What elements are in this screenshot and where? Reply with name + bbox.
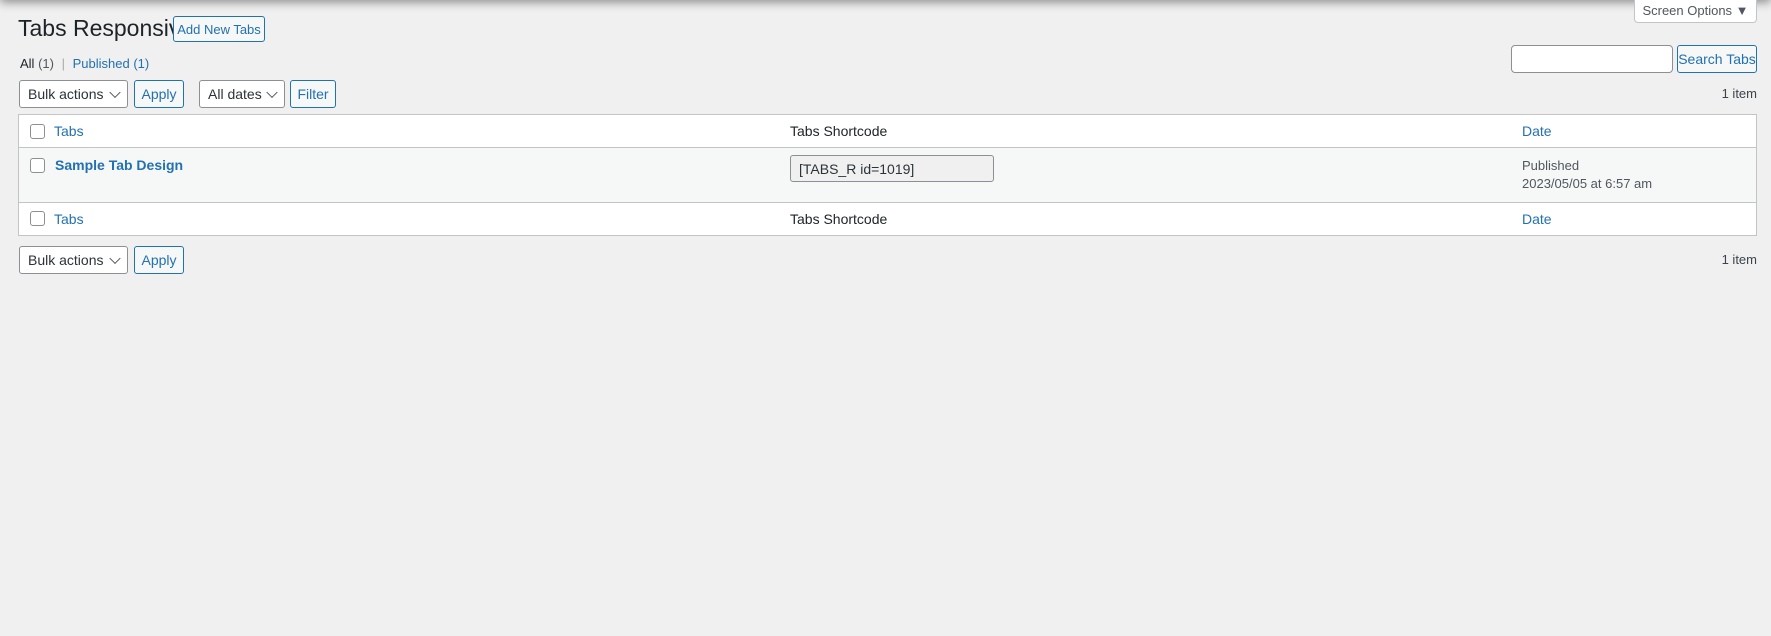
filter-all-count: (1) — [38, 56, 54, 71]
column-date-sort[interactable]: Date — [1522, 123, 1552, 139]
bulk-actions-select-bottom[interactable]: Bulk actions — [19, 246, 128, 274]
bulk-actions-label: Bulk actions — [28, 86, 104, 102]
chevron-down-icon — [109, 252, 121, 265]
search-tabs-button[interactable]: Search Tabs — [1677, 45, 1757, 73]
item-count-bottom: 1 item — [1721, 252, 1757, 267]
filter-published-label: Published — [72, 56, 130, 71]
table-header: Tabs Tabs Shortcode Date — [19, 115, 1756, 148]
column-shortcode: Tabs Shortcode — [790, 123, 888, 139]
apply-button[interactable]: Apply — [134, 80, 184, 108]
shortcode-field[interactable]: [TABS_R id=1019] — [790, 155, 994, 182]
filter-published-count: (1) — [133, 56, 150, 71]
chevron-down-icon — [266, 86, 278, 99]
bulk-actions-select[interactable]: Bulk actions — [19, 80, 128, 108]
item-count: 1 item — [1721, 86, 1757, 101]
bulk-actions-label: Bulk actions — [28, 252, 104, 268]
column-tabs-sort[interactable]: Tabs — [54, 123, 84, 139]
apply-button-bottom[interactable]: Apply — [134, 246, 184, 274]
row-date: Published 2023/05/05 at 6:57 am — [1522, 157, 1652, 193]
footer-date-sort[interactable]: Date — [1522, 211, 1552, 227]
table-row: Sample Tab Design [TABS_R id=1019] Publi… — [19, 148, 1756, 203]
select-all-checkbox[interactable] — [30, 124, 45, 139]
row-date-value: 2023/05/05 at 6:57 am — [1522, 176, 1653, 191]
search-input[interactable] — [1511, 45, 1673, 73]
footer-shortcode: Tabs Shortcode — [790, 211, 888, 227]
table-footer: Tabs Tabs Shortcode Date — [19, 203, 1756, 235]
add-new-tabs-button[interactable]: Add New Tabs — [173, 16, 265, 42]
select-all-checkbox-footer[interactable] — [30, 211, 45, 226]
dates-label: All dates — [208, 86, 262, 102]
filter-published[interactable]: Published (1) — [73, 56, 150, 71]
tabs-table: Tabs Tabs Shortcode Date Sample Tab Desi… — [18, 114, 1757, 236]
filter-button[interactable]: Filter — [290, 80, 336, 108]
status-filters: All (1) | Published (1) — [20, 56, 149, 71]
filter-separator: | — [61, 56, 65, 71]
filter-all[interactable]: All — [20, 56, 34, 71]
row-title-link[interactable]: Sample Tab Design — [55, 157, 183, 173]
footer-tabs-sort[interactable]: Tabs — [54, 211, 84, 227]
row-checkbox[interactable] — [30, 158, 45, 173]
page-title: Tabs Responsive — [18, 15, 194, 41]
screen-options-button[interactable]: Screen Options ▼ — [1634, 0, 1757, 23]
chevron-down-icon — [109, 86, 121, 99]
row-status: Published — [1522, 158, 1580, 173]
dates-select[interactable]: All dates — [199, 80, 285, 108]
